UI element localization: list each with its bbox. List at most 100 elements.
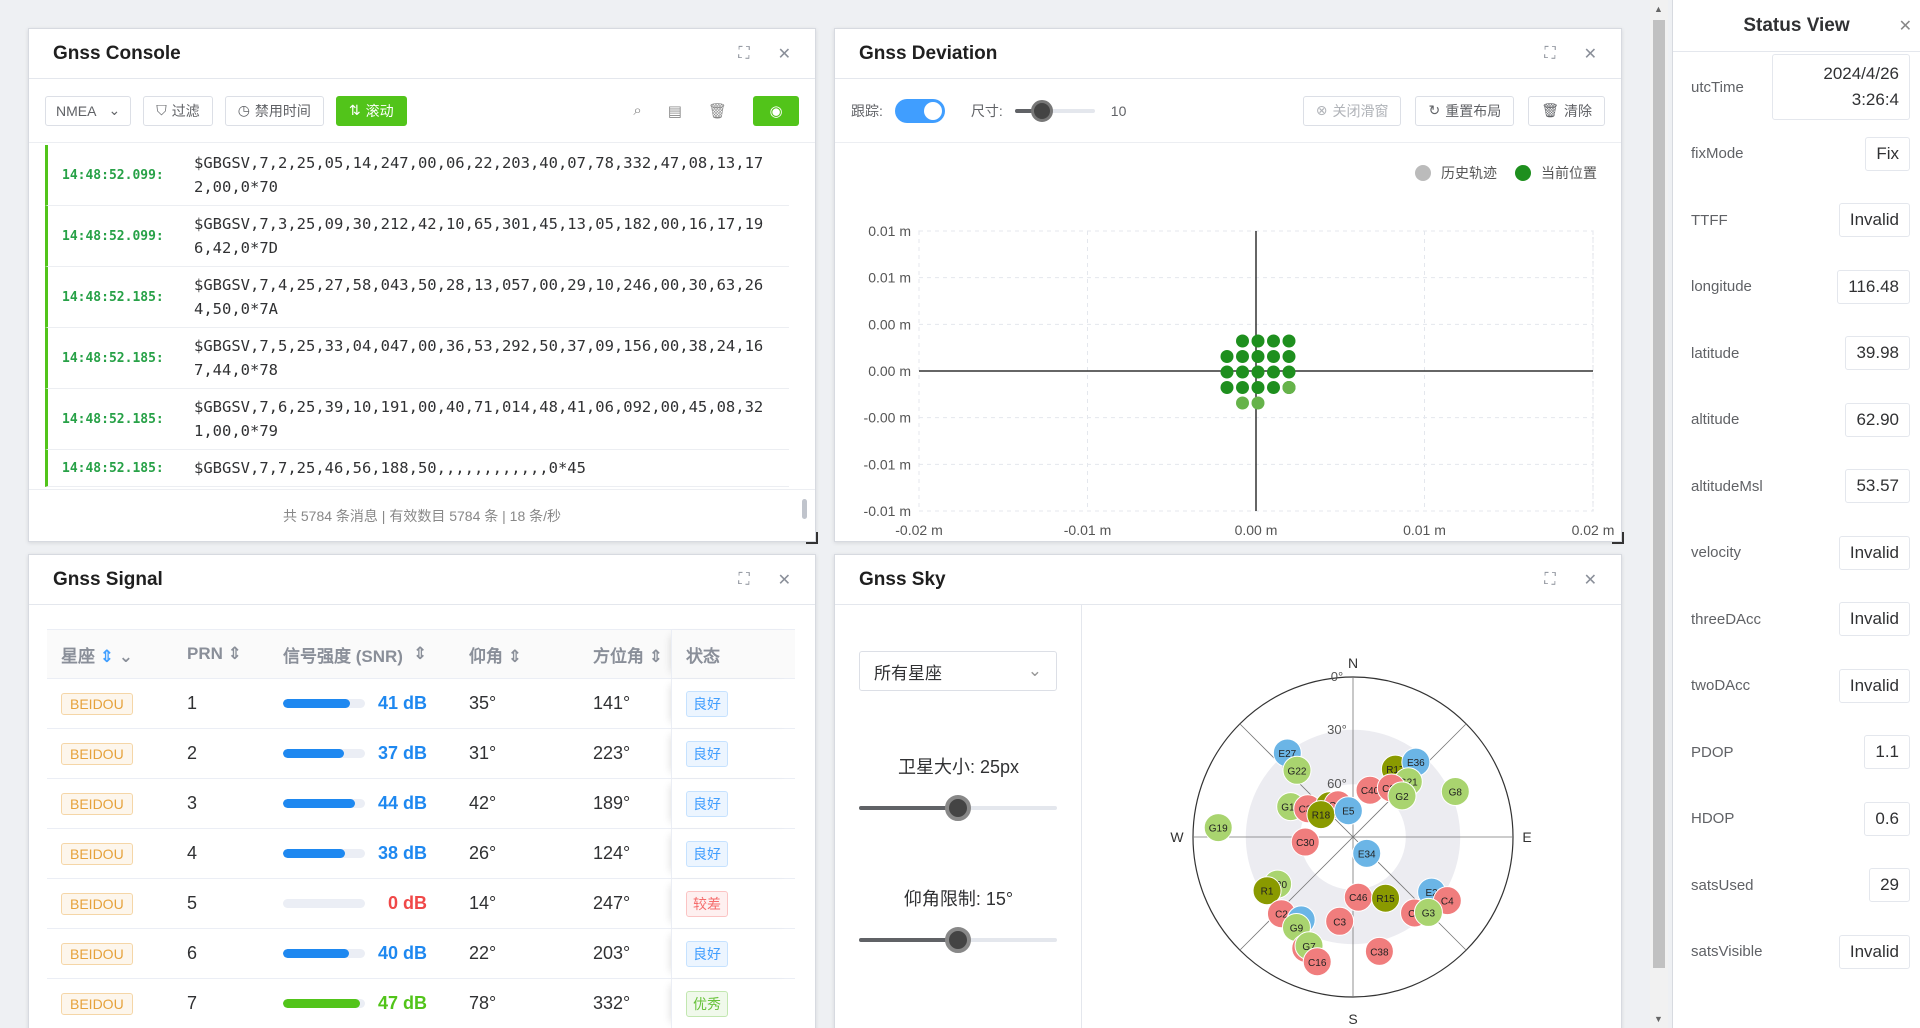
col-azimuth[interactable]: 方位角 ⇕ (579, 642, 671, 667)
position-dot (1251, 365, 1265, 379)
console-log-list[interactable]: 14:48:52.099: $GBGSV,7,2,25,05,14,247,00,… (45, 145, 789, 503)
sort-icon[interactable]: ⇕ (508, 647, 522, 666)
maximize-icon[interactable]: ⛶ (1544, 571, 1555, 589)
snr-bar (283, 799, 365, 808)
satellite-label: C30 (1296, 838, 1315, 849)
resize-handle[interactable] (1612, 532, 1624, 544)
sat-size-slider[interactable] (859, 795, 1057, 821)
status-value: 39.98 (1845, 336, 1910, 370)
panel-title: Gnss Signal (53, 568, 163, 590)
x-tick-label: -0.01 m (1064, 522, 1111, 538)
satellite-c30: C30 (1290, 827, 1320, 857)
col-prn[interactable]: PRN ⇕ (171, 644, 269, 664)
record-button[interactable]: ◉ (753, 95, 799, 126)
table-row[interactable]: BEIDOU 3 44 dB 42° 189° 良好 (47, 779, 795, 829)
status-row-longitude: longitude 116.48 (1691, 258, 1910, 316)
table-row[interactable]: BEIDOU 5 0 dB 14° 247° 较差 (47, 879, 795, 929)
reset-layout-button[interactable]: ↻ 重置布局 (1415, 95, 1515, 126)
col-constellation[interactable]: 星座 ⇕ ⌄ (47, 642, 171, 667)
constellation-select[interactable]: 所有星座 ⌄ (859, 651, 1057, 691)
refresh-icon: ↻ (1428, 102, 1441, 118)
resize-handle[interactable] (806, 532, 818, 544)
close-icon[interactable]: ✕ (1899, 16, 1912, 36)
size-slider[interactable] (1014, 99, 1095, 123)
scroll-button[interactable]: ⇅ 滚动 (335, 95, 407, 126)
constellation-tag: BEIDOU (61, 742, 133, 765)
maximize-icon[interactable]: ⛶ (738, 571, 749, 589)
status-badge: 较差 (686, 890, 728, 917)
maximize-icon[interactable]: ⛶ (1544, 45, 1555, 63)
constellation-tag: BEIDOU (61, 892, 133, 915)
cell-snr: 38 dB (269, 843, 455, 864)
cell-snr: 41 dB (269, 693, 455, 714)
table-row[interactable]: BEIDOU 1 41 dB 35° 141° 良好 (47, 679, 795, 729)
status-badge: 优秀 (686, 990, 728, 1017)
close-slider-button[interactable]: ⊗ 关闭滑窗 (1302, 95, 1402, 126)
cell-status: 良好 (671, 929, 795, 978)
satellite-label: E5 (1342, 807, 1355, 818)
snr-value: 47 dB (377, 993, 427, 1013)
position-dot (1220, 365, 1234, 379)
sort-icon[interactable]: ⇕ (413, 644, 427, 664)
trash-icon[interactable]: 🗑 (708, 102, 727, 120)
satellite-e5: E5 (1333, 796, 1363, 826)
elev-limit-slider[interactable] (859, 927, 1057, 953)
slider-handle[interactable] (1030, 99, 1053, 122)
snr-bar-fill (283, 849, 346, 858)
panel-title: Gnss Deviation (859, 42, 998, 64)
scroll-up-icon[interactable]: ▲ (1654, 4, 1663, 14)
sort-icon[interactable]: ⇕ (228, 644, 242, 663)
sort-icon[interactable]: ⇕ (100, 647, 114, 666)
filter-button[interactable]: ⛉ 过滤 (143, 95, 213, 126)
col-elevation[interactable]: 仰角 ⇕ (455, 642, 579, 667)
position-dot (1236, 365, 1249, 379)
table-row[interactable]: BEIDOU 6 40 dB 22° 203° 良好 (47, 929, 795, 979)
legend-current-label: 当前位置 (1541, 165, 1597, 181)
status-value: 116.48 (1837, 269, 1910, 304)
cell-constellation: BEIDOU (47, 842, 171, 865)
status-row-satsvisible: satsVisible Invalid (1691, 923, 1910, 981)
sort-icon[interactable]: ⇕ (649, 647, 663, 666)
maximize-icon[interactable]: ⛶ (738, 45, 749, 63)
log-row: 14:48:52.099: $GBGSV,7,3,25,09,30,212,42,… (45, 206, 789, 267)
close-icon[interactable]: ✕ (1584, 44, 1597, 64)
log-row: 14:48:52.185: $GBGSV,7,4,25,27,58,043,50,… (45, 267, 789, 328)
status-value: 2024/4/26 3:26:4 (1772, 54, 1910, 120)
cell-elevation: 31° (469, 743, 497, 763)
satellite-label: G22 (1288, 766, 1307, 777)
slider-handle[interactable] (945, 795, 971, 821)
cell-elevation: 78° (469, 993, 497, 1013)
satellite-c38: C38 (1364, 936, 1394, 966)
status-key: HDOP (1691, 810, 1735, 827)
close-icon[interactable]: ✕ (778, 570, 791, 590)
snr-value: 41 dB (377, 693, 427, 713)
cell-constellation: BEIDOU (47, 692, 171, 715)
scrollbar-thumb[interactable] (1653, 20, 1665, 968)
search-icon[interactable]: ⌕ (633, 102, 641, 119)
satellite-label: R18 (1312, 811, 1331, 822)
protocol-select[interactable]: NMEA ⌄ (45, 95, 132, 126)
table-row[interactable]: BEIDOU 7 47 dB 78° 332° 优秀 (47, 979, 795, 1028)
close-icon[interactable]: ✕ (778, 44, 791, 64)
satellite-g8: G8 (1440, 776, 1470, 806)
table-row[interactable]: BEIDOU 2 37 dB 31° 223° 良好 (47, 729, 795, 779)
legend-history-dot (1415, 165, 1431, 181)
cell-azimuth: 203° (593, 943, 631, 963)
close-circle-icon: ⊗ (1315, 102, 1328, 118)
cell-prn: 3 (187, 793, 198, 813)
scroll-down-icon[interactable]: ▼ (1654, 1014, 1663, 1024)
slider-handle[interactable] (945, 927, 971, 953)
clear-button[interactable]: 🗑 清除 (1528, 95, 1605, 126)
page-scrollbar[interactable]: ▲ ▼ (1650, 0, 1668, 1028)
chevron-down-icon[interactable]: ⌄ (119, 647, 133, 666)
sky-plot[interactable]: NESW0°30°60°E27G22R17E36G21C40C27G2G8G17… (1083, 605, 1622, 1028)
track-toggle[interactable] (894, 98, 945, 123)
status-key: altitude (1691, 411, 1740, 428)
deviation-plot[interactable]: 0.01 m 0.01 m 0.00 m 0.00 m -0.00 m -0.01 m -0… (835, 189, 1621, 539)
col-snr[interactable]: 信号强度 (SNR) ⇕ (269, 642, 455, 667)
close-icon[interactable]: ✕ (1584, 570, 1597, 590)
table-row[interactable]: BEIDOU 4 38 dB 26° 124° 良好 (47, 829, 795, 879)
document-icon[interactable]: ▤ (668, 102, 682, 120)
status-value: 1.1 (1864, 735, 1910, 769)
disable-time-button[interactable]: ◷ 禁用时间 (224, 95, 324, 126)
